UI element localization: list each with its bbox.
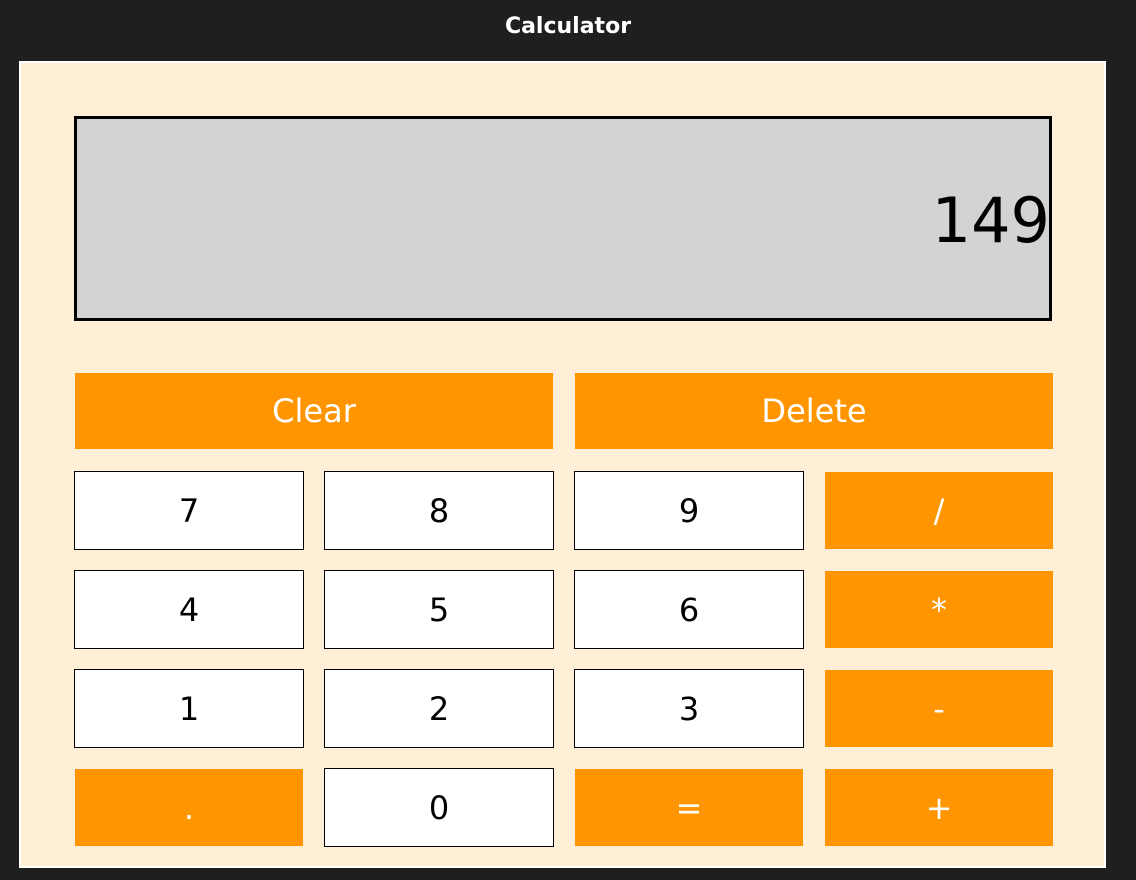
digit-8-button[interactable]: 8 bbox=[324, 471, 554, 550]
multiply-button[interactable]: * bbox=[825, 571, 1053, 648]
subtract-button[interactable]: - bbox=[825, 670, 1053, 747]
digit-2-button[interactable]: 2 bbox=[324, 669, 554, 748]
digit-9-button[interactable]: 9 bbox=[574, 471, 804, 550]
digit-1-button[interactable]: 1 bbox=[74, 669, 304, 748]
delete-button[interactable]: Delete bbox=[575, 373, 1053, 449]
display-value: 149 bbox=[931, 183, 1050, 257]
window-titlebar: Calculator bbox=[0, 0, 1136, 52]
equals-button[interactable]: = bbox=[575, 769, 803, 846]
digit-5-button[interactable]: 5 bbox=[324, 570, 554, 649]
window-title: Calculator bbox=[504, 13, 632, 39]
calculator-display: 149 bbox=[74, 116, 1052, 321]
clear-button[interactable]: Clear bbox=[75, 373, 553, 449]
digit-7-button[interactable]: 7 bbox=[74, 471, 304, 550]
digit-4-button[interactable]: 4 bbox=[74, 570, 304, 649]
decimal-button[interactable]: . bbox=[75, 769, 303, 846]
digit-3-button[interactable]: 3 bbox=[574, 669, 804, 748]
add-button[interactable]: + bbox=[825, 769, 1053, 846]
digit-0-button[interactable]: 0 bbox=[324, 768, 554, 847]
divide-button[interactable]: / bbox=[825, 472, 1053, 549]
calculator-panel: 149 Clear Delete 7 8 9 / 4 5 6 * 1 2 3 -… bbox=[19, 61, 1106, 868]
digit-6-button[interactable]: 6 bbox=[574, 570, 804, 649]
